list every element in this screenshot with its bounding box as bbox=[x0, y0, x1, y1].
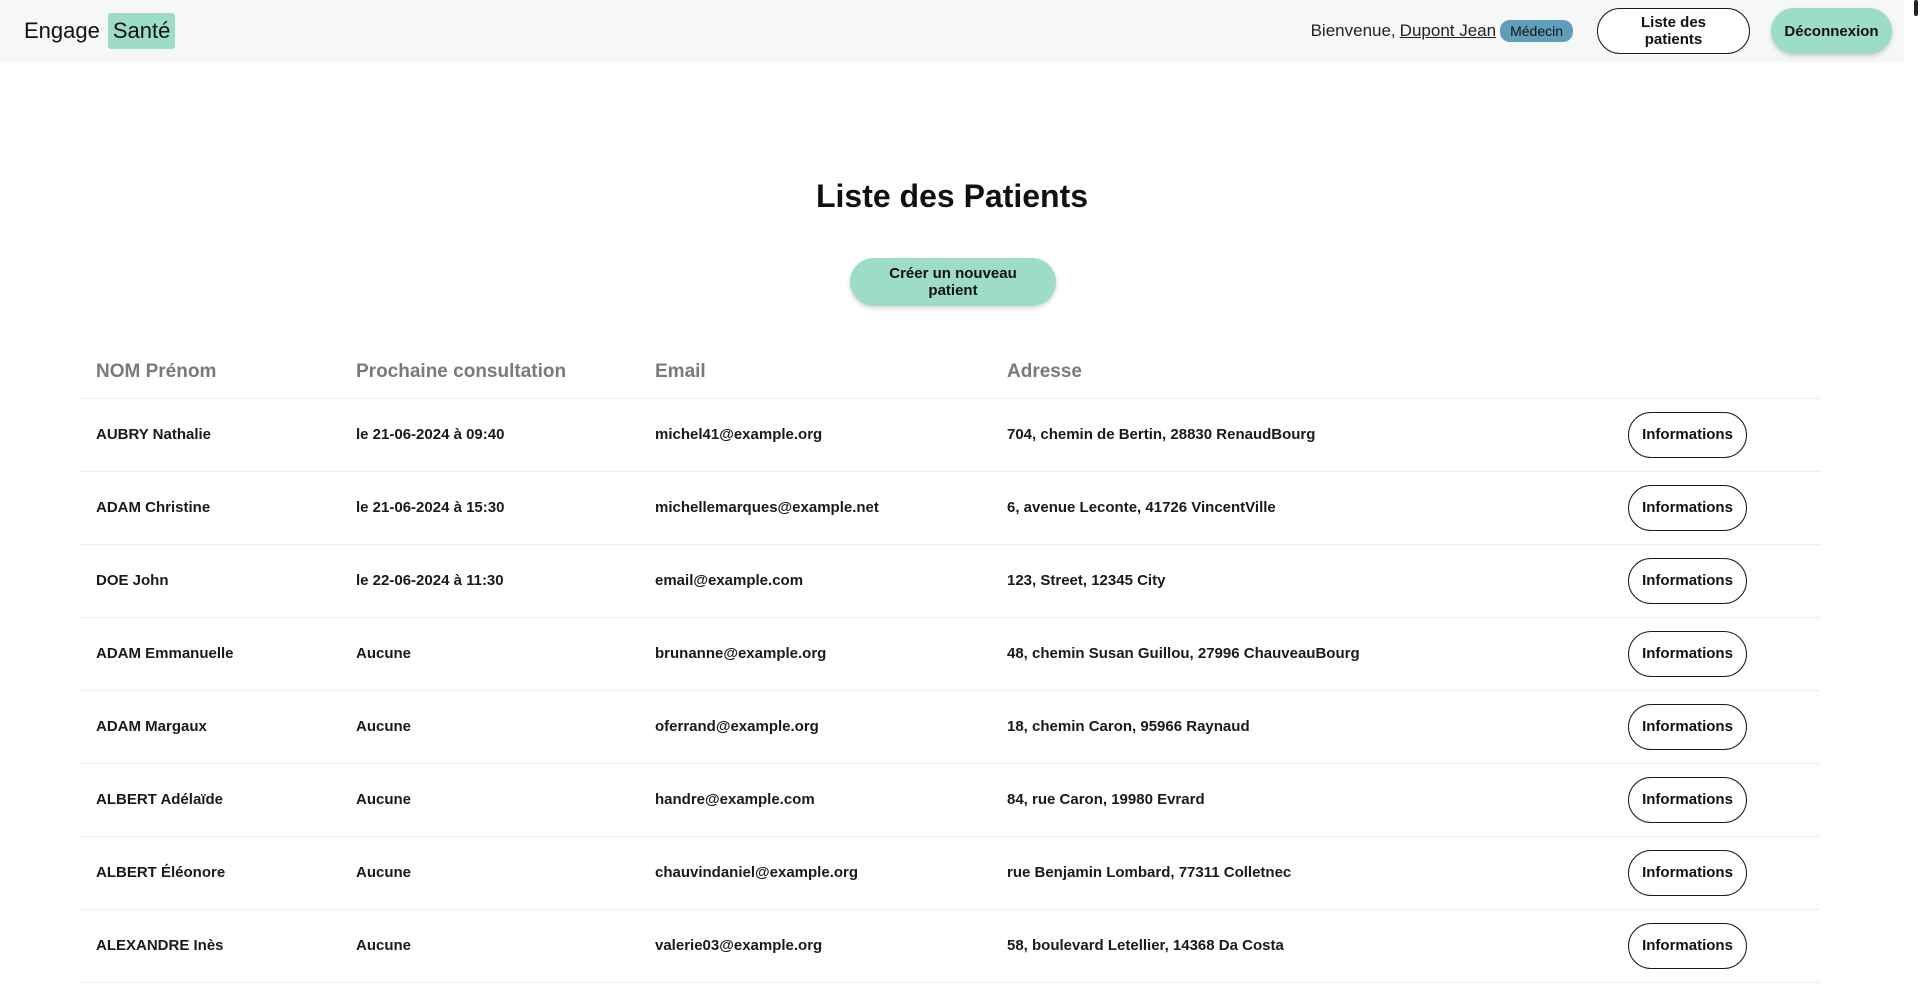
informations-button[interactable]: Informations bbox=[1628, 922, 1747, 969]
table-row: DOE John le 22-06-2024 à 11:30 email@exa… bbox=[80, 544, 1820, 618]
column-header-next-consultation: Prochaine consultation bbox=[340, 346, 639, 399]
patient-name: ALEXANDRE Inès bbox=[80, 909, 340, 983]
informations-button[interactable]: Informations bbox=[1628, 776, 1747, 823]
row-actions: Informations bbox=[1628, 909, 1820, 983]
patient-email: michel41@example.org bbox=[639, 398, 991, 472]
top-navbar: Engage Santé Bienvenue, Dupont Jean Méde… bbox=[0, 0, 1904, 62]
patient-name: ALBERT Adélaïde bbox=[80, 763, 340, 837]
patient-name: ALBERT Éléonore bbox=[80, 836, 340, 910]
patients-table-container: NOM Prénom Prochaine consultation Email … bbox=[80, 346, 1820, 983]
user-name-link[interactable]: Dupont Jean bbox=[1400, 21, 1496, 41]
role-badge: Médecin bbox=[1500, 20, 1573, 42]
table-row: AUBRY Nathalie le 21-06-2024 à 09:40 mic… bbox=[80, 398, 1820, 472]
informations-button[interactable]: Informations bbox=[1628, 484, 1747, 531]
patient-email: brunanne@example.org bbox=[639, 617, 991, 691]
create-patient-button[interactable]: Créer un nouveau patient bbox=[850, 258, 1056, 306]
logout-button[interactable]: Déconnexion bbox=[1771, 8, 1892, 54]
patient-name: ADAM Emmanuelle bbox=[80, 617, 340, 691]
welcome-text: Bienvenue, bbox=[1310, 21, 1396, 40]
patient-email: handre@example.com bbox=[639, 763, 991, 837]
patient-email: michellemarques@example.net bbox=[639, 471, 991, 545]
next-consultation: Aucune bbox=[340, 836, 639, 910]
patient-email: email@example.com bbox=[639, 544, 991, 618]
table-row: ADAM Christine le 21-06-2024 à 15:30 mic… bbox=[80, 471, 1820, 545]
informations-button[interactable]: Informations bbox=[1628, 411, 1747, 458]
table-row: ALEXANDRE Inès Aucune valerie03@example.… bbox=[80, 909, 1820, 983]
patient-address: 6, avenue Leconte, 41726 VincentVille bbox=[991, 471, 1628, 545]
column-header-email: Email bbox=[639, 346, 991, 399]
brand-word-sante: Santé bbox=[107, 13, 176, 49]
next-consultation: Aucune bbox=[340, 763, 639, 837]
informations-button[interactable]: Informations bbox=[1628, 557, 1747, 604]
row-actions: Informations bbox=[1628, 690, 1820, 764]
next-consultation: Aucune bbox=[340, 690, 639, 764]
patient-address: 18, chemin Caron, 95966 Raynaud bbox=[991, 690, 1628, 764]
patient-email: chauvindaniel@example.org bbox=[639, 836, 991, 910]
table-row: ALBERT Adélaïde Aucune handre@example.co… bbox=[80, 763, 1820, 837]
patient-name: ADAM Christine bbox=[80, 471, 340, 545]
nav-right: Bienvenue, Dupont Jean Médecin Liste des… bbox=[1311, 8, 1892, 54]
row-actions: Informations bbox=[1628, 836, 1820, 910]
next-consultation: Aucune bbox=[340, 909, 639, 983]
table-row: ADAM Margaux Aucune oferrand@example.org… bbox=[80, 690, 1820, 764]
patient-address: 58, boulevard Letellier, 14368 Da Costa bbox=[991, 909, 1628, 983]
page-title: Liste des Patients bbox=[815, 178, 1089, 214]
patient-email: oferrand@example.org bbox=[639, 690, 991, 764]
patient-name: ADAM Margaux bbox=[80, 690, 340, 764]
patients-list-button[interactable]: Liste des patients bbox=[1597, 8, 1750, 54]
brand-word-engage: Engage bbox=[24, 18, 100, 43]
column-header-name: NOM Prénom bbox=[80, 346, 340, 399]
patients-table: NOM Prénom Prochaine consultation Email … bbox=[80, 346, 1820, 983]
patient-name: DOE John bbox=[80, 544, 340, 618]
patient-address: rue Benjamin Lombard, 77311 Colletnec bbox=[991, 836, 1628, 910]
table-row: ALBERT Éléonore Aucune chauvindaniel@exa… bbox=[80, 836, 1820, 910]
next-consultation: le 21-06-2024 à 15:30 bbox=[340, 471, 639, 545]
column-header-address: Adresse bbox=[991, 346, 1628, 399]
informations-button[interactable]: Informations bbox=[1628, 630, 1747, 677]
column-header-actions bbox=[1628, 346, 1820, 399]
informations-button[interactable]: Informations bbox=[1628, 849, 1747, 896]
informations-button[interactable]: Informations bbox=[1628, 703, 1747, 750]
row-actions: Informations bbox=[1628, 763, 1820, 837]
patient-address: 84, rue Caron, 19980 Evrard bbox=[991, 763, 1628, 837]
scrollbar-thumb[interactable] bbox=[1914, 0, 1918, 16]
next-consultation: Aucune bbox=[340, 617, 639, 691]
patient-name: AUBRY Nathalie bbox=[80, 398, 340, 472]
patient-address: 48, chemin Susan Guillou, 27996 Chauveau… bbox=[991, 617, 1628, 691]
next-consultation: le 22-06-2024 à 11:30 bbox=[340, 544, 639, 618]
row-actions: Informations bbox=[1628, 471, 1820, 545]
row-actions: Informations bbox=[1628, 398, 1820, 472]
page: Engage Santé Bienvenue, Dupont Jean Méde… bbox=[0, 0, 1920, 991]
row-actions: Informations bbox=[1628, 544, 1820, 618]
patient-address: 704, chemin de Bertin, 28830 RenaudBourg bbox=[991, 398, 1628, 472]
patient-email: valerie03@example.org bbox=[639, 909, 991, 983]
scrollbar[interactable] bbox=[1904, 0, 1920, 991]
patient-address: 123, Street, 12345 City bbox=[991, 544, 1628, 618]
table-header-row: NOM Prénom Prochaine consultation Email … bbox=[80, 346, 1820, 399]
next-consultation: le 21-06-2024 à 09:40 bbox=[340, 398, 639, 472]
brand-logo[interactable]: Engage Santé bbox=[24, 13, 176, 49]
row-actions: Informations bbox=[1628, 617, 1820, 691]
table-row: ADAM Emmanuelle Aucune brunanne@example.… bbox=[80, 617, 1820, 691]
